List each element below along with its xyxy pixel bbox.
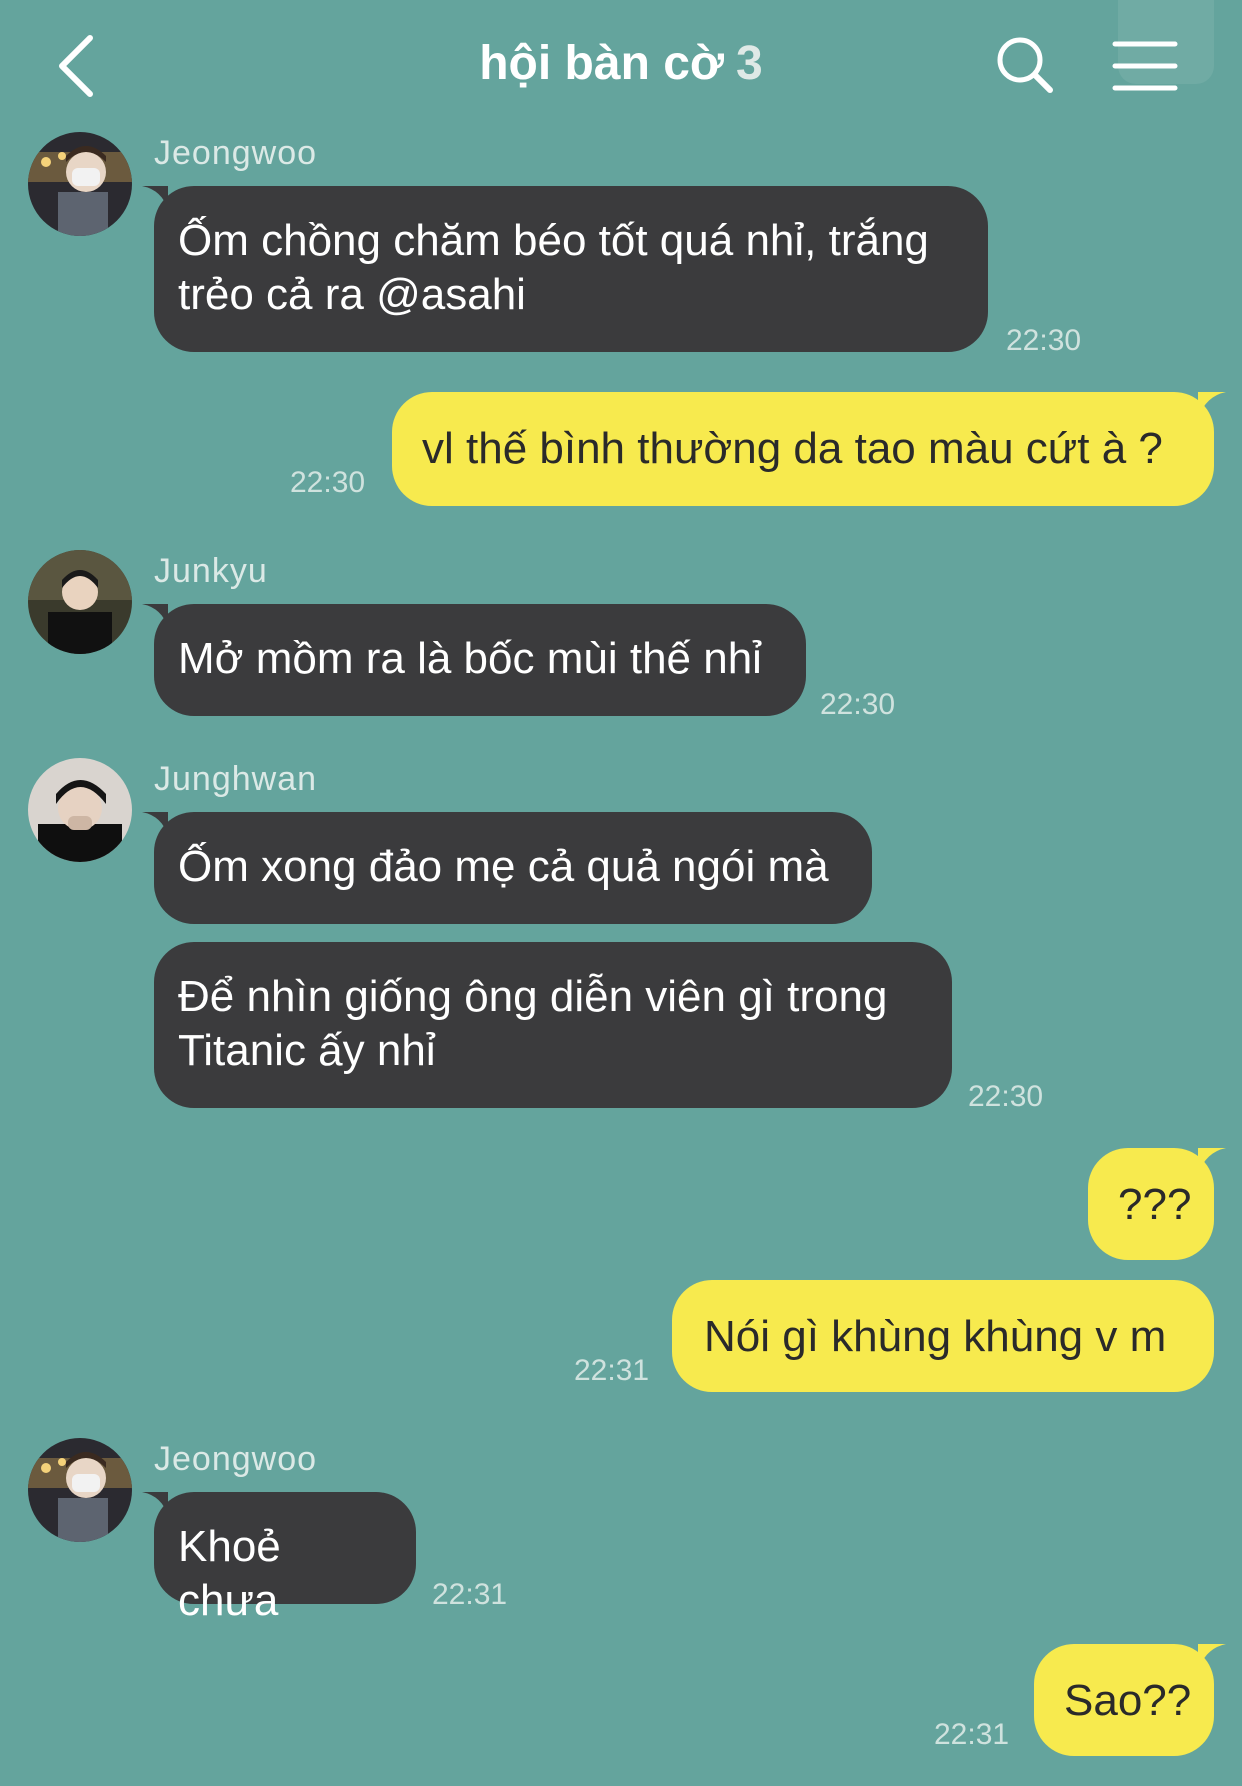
message-time: 22:30 bbox=[968, 1080, 1044, 1113]
sender-name: Jeongwoo bbox=[154, 134, 318, 172]
chat-title: hội bàn cờ 3 bbox=[479, 37, 763, 90]
bubble-tail bbox=[1198, 1148, 1226, 1174]
chat-screen: hội bàn cờ 3 Jeongwoo Ốm chồng chăm béo … bbox=[0, 0, 1242, 1786]
bubble-tail bbox=[1198, 1644, 1226, 1670]
avatar-junkyu[interactable] bbox=[28, 550, 132, 654]
message-bubble[interactable]: Nói gì khùng khùng v m bbox=[672, 1280, 1214, 1392]
menu-icon bbox=[1112, 41, 1178, 91]
message-time: 22:31 bbox=[934, 1718, 1010, 1751]
bubble-tail bbox=[1198, 392, 1226, 418]
avatar-junghwan[interactable] bbox=[28, 758, 132, 862]
sender-name: Junghwan bbox=[154, 760, 318, 798]
message-bubble[interactable]: Sao?? bbox=[1034, 1644, 1214, 1756]
search-button[interactable] bbox=[990, 30, 1060, 100]
group-name: hội bàn cờ bbox=[479, 37, 725, 90]
avatar-jeongwoo[interactable] bbox=[28, 1438, 132, 1542]
search-icon bbox=[997, 37, 1053, 93]
message-bubble[interactable]: Ốm chồng chăm béo tốt quá nhỉ, trắng trẻ… bbox=[154, 186, 988, 352]
message-bubble[interactable]: Khoẻ chưa bbox=[154, 1492, 416, 1625]
menu-button[interactable] bbox=[1110, 36, 1180, 96]
chat-header: hội bàn cờ 3 bbox=[0, 0, 1242, 130]
message-time: 22:30 bbox=[820, 688, 896, 721]
message-bubble[interactable]: vl thế bình thường da tao màu cứt à ? bbox=[392, 392, 1214, 506]
message-bubble[interactable]: ??? bbox=[1088, 1148, 1214, 1260]
message-bubble[interactable]: Để nhìn giống ông diễn viên gì trong Tit… bbox=[154, 942, 952, 1108]
message-time: 22:31 bbox=[574, 1354, 650, 1387]
message-time: 22:30 bbox=[290, 466, 366, 499]
sender-name: Jeongwoo bbox=[154, 1440, 318, 1478]
member-count: 3 bbox=[736, 37, 763, 90]
message-bubble[interactable]: Ốm xong đảo mẹ cả quả ngói mà bbox=[154, 812, 872, 924]
avatar-jeongwoo[interactable] bbox=[28, 132, 132, 236]
sender-name: Junkyu bbox=[154, 552, 268, 590]
message-time: 22:30 bbox=[1006, 324, 1082, 357]
message-time: 22:31 bbox=[432, 1578, 508, 1611]
message-bubble[interactable]: Mở mồm ra là bốc mùi thế nhỉ bbox=[154, 604, 806, 716]
